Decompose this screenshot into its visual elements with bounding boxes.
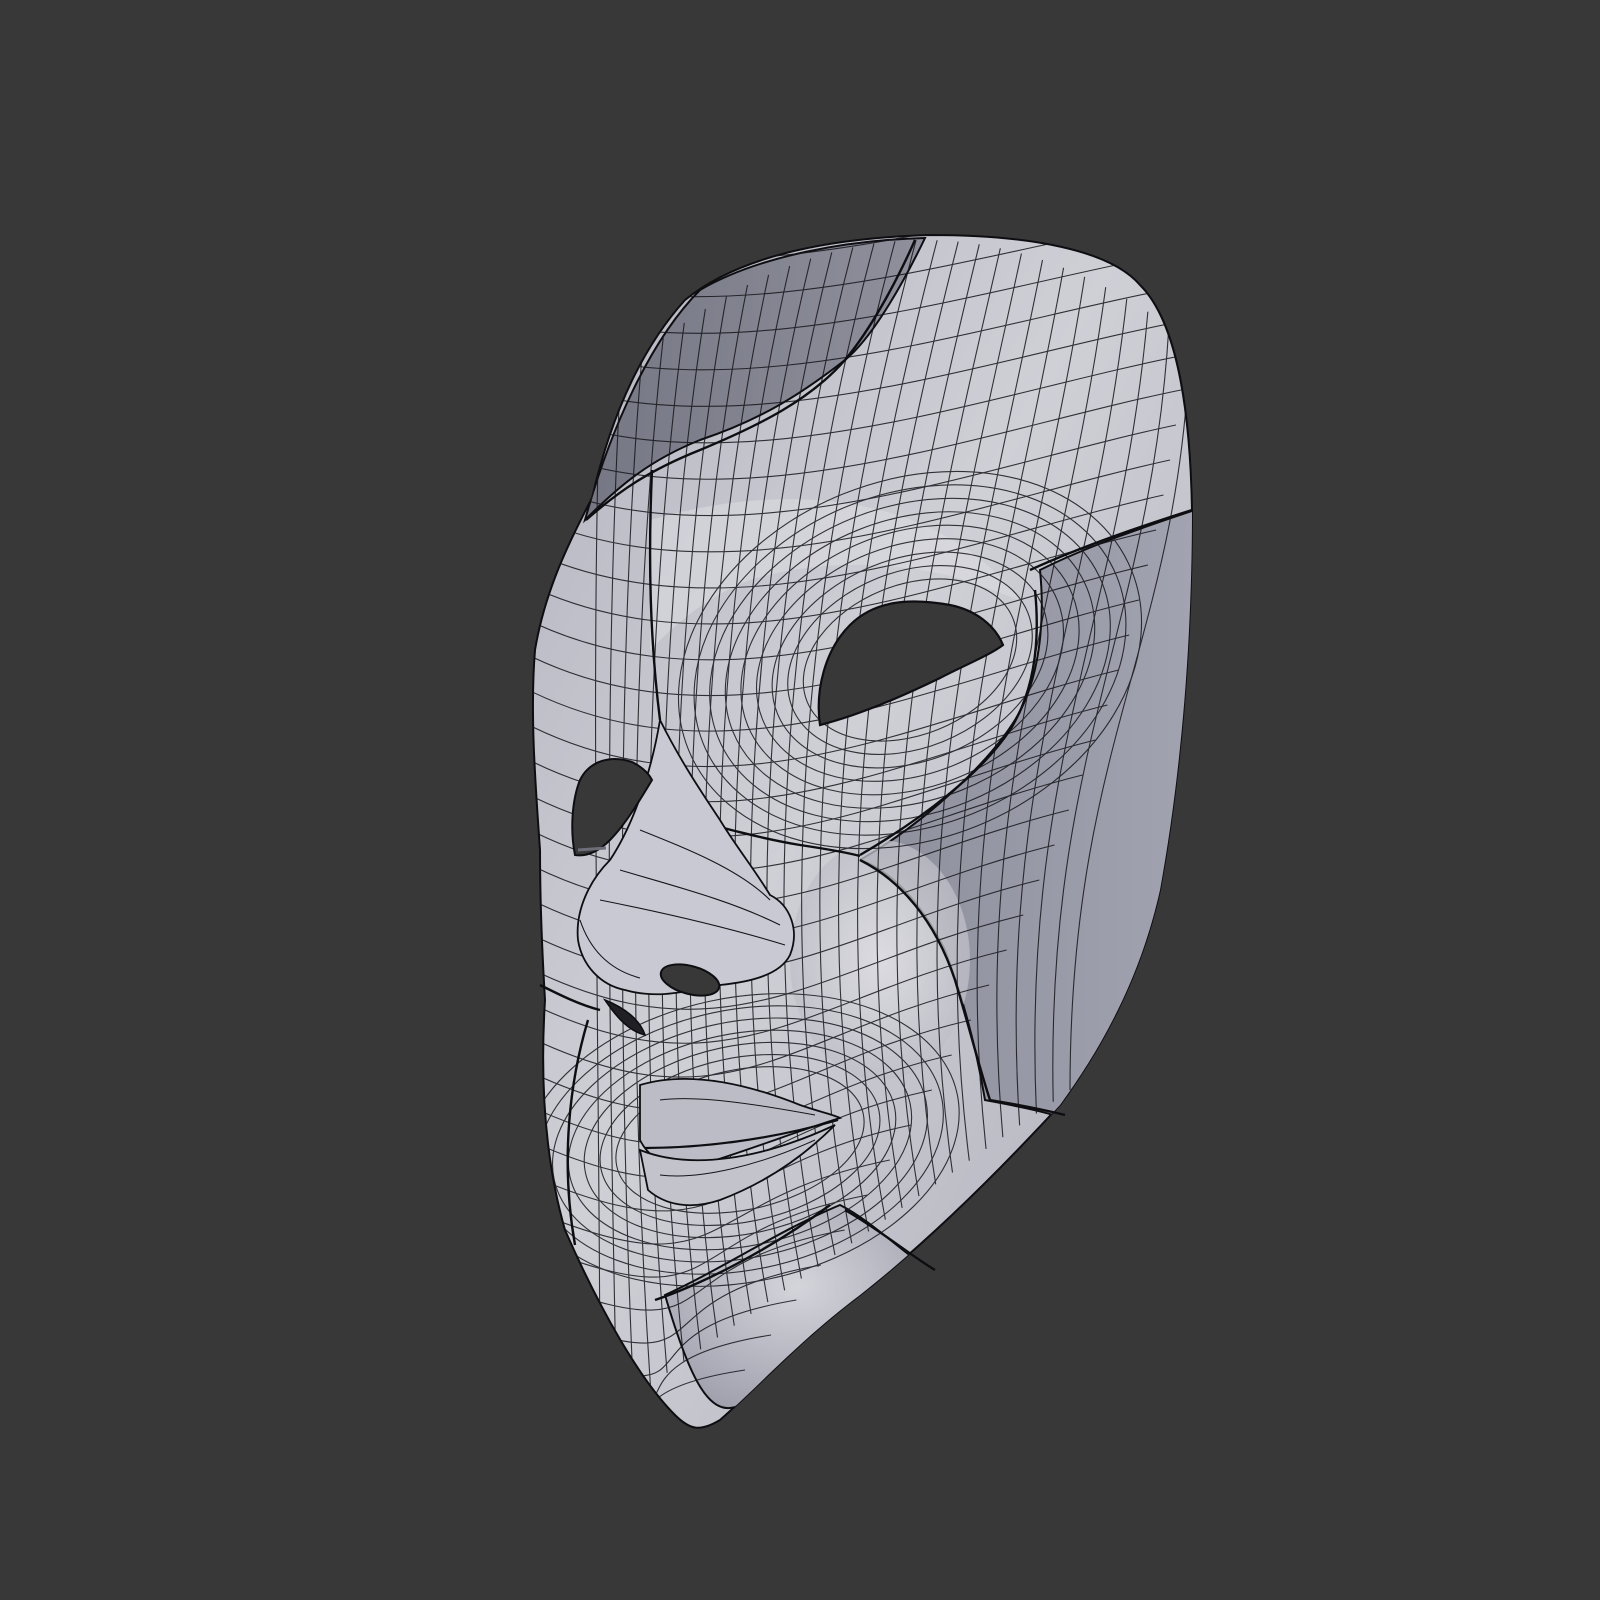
- mask-render: [531, 233, 1194, 1429]
- 3d-viewport[interactable]: [0, 0, 1600, 1600]
